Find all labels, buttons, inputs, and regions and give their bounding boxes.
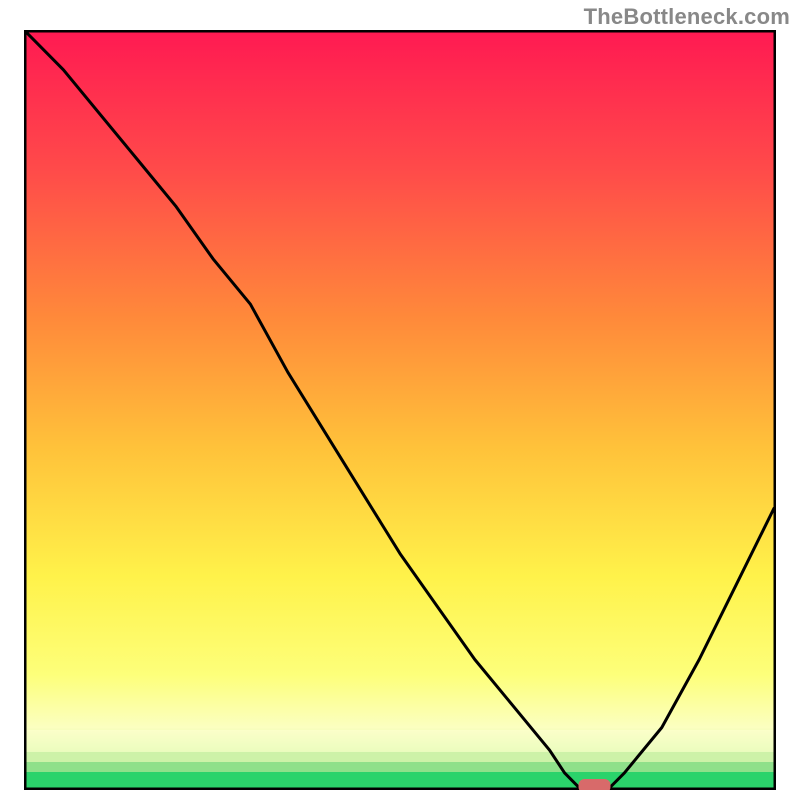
pale-band [26,730,774,752]
green-band-2 [26,762,774,772]
bottleneck-chart [24,30,776,790]
chart-container: TheBottleneck.com [0,0,800,800]
optimal-point-marker [579,779,611,790]
green-band-1 [26,752,774,762]
watermark-text: TheBottleneck.com [584,4,790,30]
gradient-background [26,32,774,788]
green-band-3 [26,772,774,788]
